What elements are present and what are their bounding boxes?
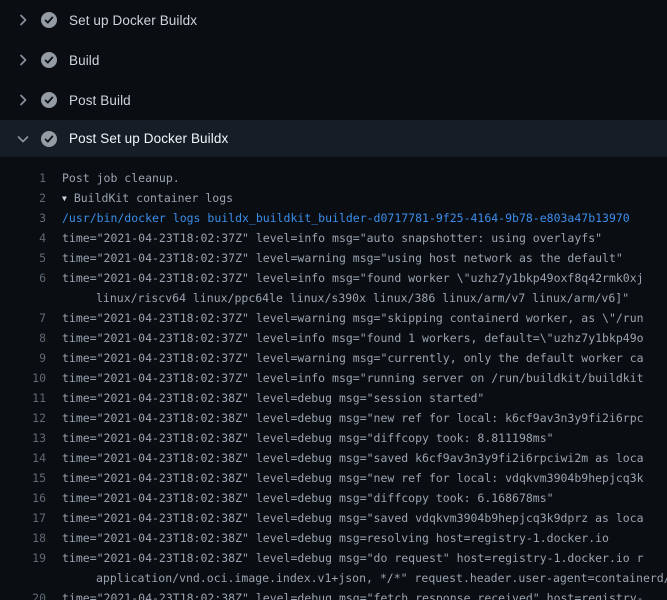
log-line[interactable]: 10 time="2021-04-23T18:02:37Z" level=inf…: [0, 368, 667, 388]
steps-list: Set up Docker Buildx Build P: [0, 0, 667, 157]
log-line[interactable]: 15 time="2021-04-23T18:02:38Z" level=deb…: [0, 468, 667, 488]
log-line[interactable]: 7 time="2021-04-23T18:02:37Z" level=warn…: [0, 308, 667, 328]
log-line-text: ▼BuildKit container logs: [46, 188, 233, 208]
step-label: Post Set up Docker Buildx: [69, 131, 228, 146]
log-line-number: 11: [0, 388, 46, 408]
step-label: Build: [69, 53, 100, 68]
log-line[interactable]: 17 time="2021-04-23T18:02:38Z" level=deb…: [0, 508, 667, 528]
log-line-text: time="2021-04-23T18:02:38Z" level=debug …: [46, 388, 484, 408]
log-line-text: time="2021-04-23T18:02:38Z" level=debug …: [46, 588, 644, 600]
log-line-text: time="2021-04-23T18:02:37Z" level=info m…: [46, 268, 644, 288]
log-line[interactable]: linux/riscv64 linux/ppc64le linux/s390x …: [0, 288, 667, 308]
step-label: Set up Docker Buildx: [69, 13, 197, 28]
log-line[interactable]: 18 time="2021-04-23T18:02:38Z" level=deb…: [0, 528, 667, 548]
log-line-text: /usr/bin/docker logs buildx_buildkit_bui…: [46, 208, 630, 228]
log-line[interactable]: 3 /usr/bin/docker logs buildx_buildkit_b…: [0, 208, 667, 228]
log-line-text: linux/riscv64 linux/ppc64le linux/s390x …: [46, 288, 629, 308]
log-line-number: 14: [0, 448, 46, 468]
log-line-text: time="2021-04-23T18:02:37Z" level=warnin…: [46, 248, 623, 268]
log-line-number: 13: [0, 428, 46, 448]
log-line[interactable]: 8 time="2021-04-23T18:02:37Z" level=info…: [0, 328, 667, 348]
actions-log-panel: Set up Docker Buildx Build P: [0, 0, 667, 600]
log-line-number: 9: [0, 348, 46, 368]
log-line[interactable]: application/vnd.oci.image.index.v1+json,…: [0, 568, 667, 588]
log-line-text: time="2021-04-23T18:02:38Z" level=debug …: [46, 548, 644, 568]
step-label: Post Build: [69, 93, 131, 108]
log-line[interactable]: 2 ▼BuildKit container logs: [0, 188, 667, 208]
log-line-text: time="2021-04-23T18:02:37Z" level=info m…: [46, 328, 644, 348]
log-line-number: 8: [0, 328, 46, 348]
log-line[interactable]: 13 time="2021-04-23T18:02:38Z" level=deb…: [0, 428, 667, 448]
log-line[interactable]: 14 time="2021-04-23T18:02:38Z" level=deb…: [0, 448, 667, 468]
log-line-text: time="2021-04-23T18:02:38Z" level=debug …: [46, 448, 644, 468]
log-line-text: time="2021-04-23T18:02:37Z" level=warnin…: [46, 308, 644, 328]
log-line[interactable]: 16 time="2021-04-23T18:02:38Z" level=deb…: [0, 488, 667, 508]
log-line-text: time="2021-04-23T18:02:38Z" level=debug …: [46, 488, 554, 508]
log-line-number: 3: [0, 208, 46, 228]
log-line-number: 10: [0, 368, 46, 388]
log-line-number: 1: [0, 168, 46, 188]
log-line-number: 12: [0, 408, 46, 428]
check-circle-icon: [41, 92, 57, 108]
chevron-down-icon[interactable]: [15, 131, 31, 147]
log-line[interactable]: 19 time="2021-04-23T18:02:38Z" level=deb…: [0, 548, 667, 568]
chevron-right-icon[interactable]: [15, 52, 31, 68]
log-line-number: 6: [0, 268, 46, 288]
log-line-text: time="2021-04-23T18:02:37Z" level=info m…: [46, 368, 644, 388]
chevron-right-icon[interactable]: [15, 92, 31, 108]
log-line-text: time="2021-04-23T18:02:38Z" level=debug …: [46, 508, 644, 528]
log-line-number: 5: [0, 248, 46, 268]
log-line-number: 2: [0, 188, 46, 208]
step-header[interactable]: Build: [0, 40, 667, 80]
log-line-number: [0, 568, 46, 588]
log-line-text: time="2021-04-23T18:02:38Z" level=debug …: [46, 428, 554, 448]
log-line-number: 7: [0, 308, 46, 328]
check-circle-icon: [41, 12, 57, 28]
log-line[interactable]: 12 time="2021-04-23T18:02:38Z" level=deb…: [0, 408, 667, 428]
log-line-number: 20: [0, 588, 46, 600]
log-line-text: application/vnd.oci.image.index.v1+json,…: [46, 568, 667, 588]
log-line-number: 19: [0, 548, 46, 568]
log-line-number: 16: [0, 488, 46, 508]
log-line[interactable]: 11 time="2021-04-23T18:02:38Z" level=deb…: [0, 388, 667, 408]
log-line-number: 4: [0, 228, 46, 248]
step-header[interactable]: Post Build: [0, 80, 667, 120]
log-viewer: 1 Post job cleanup. 2 ▼BuildKit containe…: [0, 157, 667, 600]
group-collapse-triangle-icon[interactable]: ▼: [62, 189, 67, 208]
log-line-text: time="2021-04-23T18:02:38Z" level=debug …: [46, 468, 644, 488]
log-line-text: time="2021-04-23T18:02:37Z" level=info m…: [46, 228, 602, 248]
log-line-text: time="2021-04-23T18:02:38Z" level=debug …: [46, 528, 609, 548]
log-line-number: 18: [0, 528, 46, 548]
log-line[interactable]: 20 time="2021-04-23T18:02:38Z" level=deb…: [0, 588, 667, 600]
log-line[interactable]: 9 time="2021-04-23T18:02:37Z" level=warn…: [0, 348, 667, 368]
log-line-number: 17: [0, 508, 46, 528]
check-circle-icon: [41, 52, 57, 68]
log-line-text: Post job cleanup.: [46, 168, 180, 188]
log-line[interactable]: 6 time="2021-04-23T18:02:37Z" level=info…: [0, 268, 667, 288]
chevron-right-icon[interactable]: [15, 12, 31, 28]
log-line-text: time="2021-04-23T18:02:37Z" level=warnin…: [46, 348, 644, 368]
log-line[interactable]: 1 Post job cleanup.: [0, 168, 667, 188]
step-header[interactable]: Set up Docker Buildx: [0, 0, 667, 40]
log-line-text: time="2021-04-23T18:02:38Z" level=debug …: [46, 408, 644, 428]
log-line-number: 15: [0, 468, 46, 488]
log-line[interactable]: 5 time="2021-04-23T18:02:37Z" level=warn…: [0, 248, 667, 268]
step-header[interactable]: Post Set up Docker Buildx: [0, 120, 667, 157]
check-circle-icon: [41, 131, 57, 147]
log-line[interactable]: 4 time="2021-04-23T18:02:37Z" level=info…: [0, 228, 667, 248]
log-line-number: [0, 288, 46, 308]
